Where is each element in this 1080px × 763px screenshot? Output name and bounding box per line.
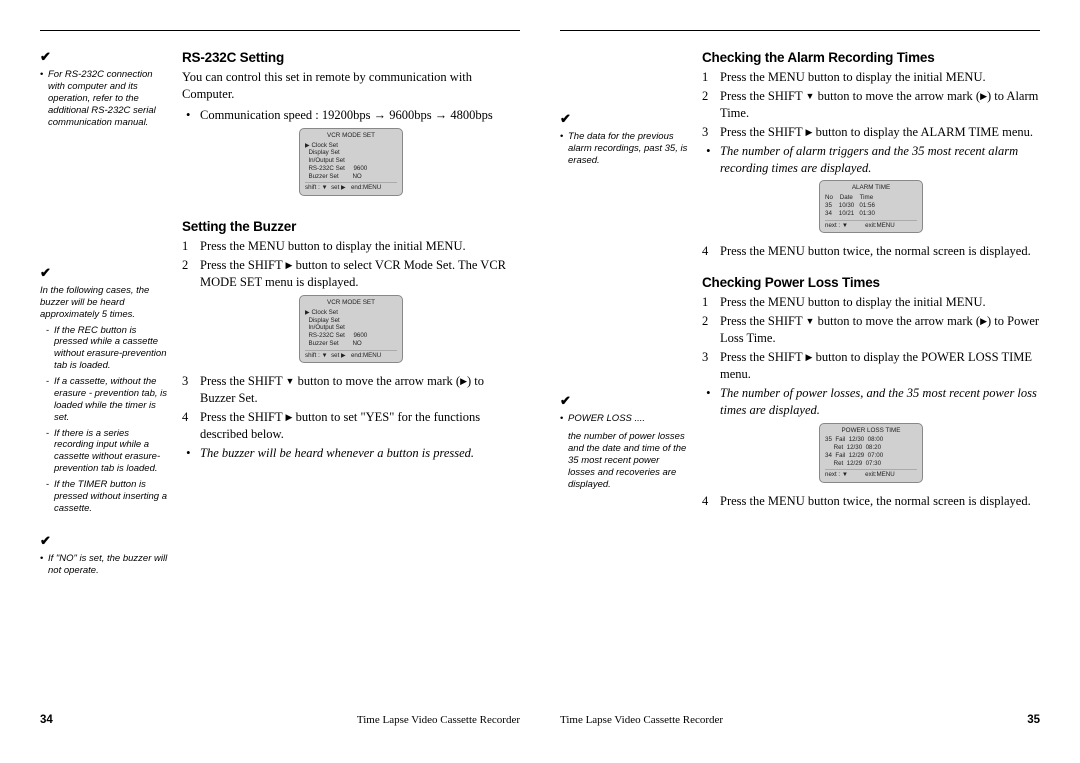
top-rule <box>40 30 520 31</box>
sidenote-item: If the REC button is pressed while a cas… <box>54 325 168 373</box>
menu-row: ▶ Clock Set <box>305 142 397 150</box>
menu-row: 35 Fail 12/30 08:00 <box>825 436 917 444</box>
menu-screenshot: VCR MODE SET ▶ Clock Set Display Set In/… <box>299 128 403 196</box>
note-text: The number of alarm triggers and the 35 … <box>720 143 1040 177</box>
menu-row: Ret 12/29 07:30 <box>825 460 917 468</box>
menu-row: 34 10/21 01:30 <box>825 210 917 218</box>
section-heading: RS-232C Setting <box>182 49 520 67</box>
menu-row: In/Output Set <box>305 324 397 332</box>
step-text: Press the MENU button to display the ini… <box>720 69 1040 86</box>
menu-row: In/Output Set <box>305 157 397 165</box>
sidenote-item: If a cassette, without the erasure - pre… <box>54 376 168 424</box>
sidenote-text: The data for the previous alarm recordin… <box>568 131 688 167</box>
check-icon: ✔ <box>40 533 168 549</box>
step-text: Press the SHIFT button to display the AL… <box>720 124 1040 141</box>
step-text: Press the SHIFT button to move the arrow… <box>200 373 520 407</box>
sidebar-right: ✔ •The data for the previous alarm recor… <box>560 49 688 512</box>
menu-row: Display Set <box>305 149 397 157</box>
menu-screenshot: ALARM TIME No Date Time 35 10/30 01:56 3… <box>819 180 923 233</box>
triangle-right-icon <box>980 92 987 103</box>
sidenote-body: the number of power losses and the date … <box>568 431 688 490</box>
step-text: Press the MENU button to display the ini… <box>720 294 1040 311</box>
page-footer: Time Lapse Video Cassette Recorder 35 <box>560 714 1040 726</box>
menu-row: Buzzer Set NO <box>305 340 397 348</box>
section-heading: Setting the Buzzer <box>182 218 520 236</box>
step-text: Press the SHIFT button to display the PO… <box>720 349 1040 383</box>
top-rule <box>560 30 1040 31</box>
menu-title: VCR MODE SET <box>305 299 397 307</box>
menu-row: Display Set <box>305 317 397 325</box>
paragraph: You can control this set in remote by co… <box>182 69 520 103</box>
check-icon: ✔ <box>40 49 168 65</box>
menu-row: ▶ Clock Set <box>305 309 397 317</box>
sidenote-text: If "NO" is set, the buzzer will not oper… <box>48 553 168 577</box>
sidebar-left: ✔ •For RS-232C connection with computer … <box>40 49 168 583</box>
menu-row: No Date Time <box>825 194 917 202</box>
menu-footer: next : ▼ exit:MENU <box>825 220 917 230</box>
footer-title: Time Lapse Video Cassette Recorder <box>357 714 520 726</box>
check-icon: ✔ <box>560 393 688 409</box>
menu-footer: shift : ▼ set ▶ end:MENU <box>305 182 397 192</box>
menu-footer: shift : ▼ set ▶ end:MENU <box>305 350 397 360</box>
menu-footer: next : ▼ exit:MENU <box>825 469 917 479</box>
triangle-right-icon <box>980 317 987 328</box>
bullet-text: Communication speed : 19200bps → 9600bps… <box>200 107 520 124</box>
step-text: Press the SHIFT button to set "YES" for … <box>200 409 520 443</box>
footer-title: Time Lapse Video Cassette Recorder <box>560 714 723 726</box>
main-left: RS-232C Setting You can control this set… <box>182 49 520 583</box>
menu-row: Buzzer Set NO <box>305 173 397 181</box>
section-heading: Checking Power Loss Times <box>702 274 1040 292</box>
menu-row: RS-232C Set 9600 <box>305 165 397 173</box>
step-text: Press the SHIFT button to move the arrow… <box>720 313 1040 347</box>
page-right: ✔ •The data for the previous alarm recor… <box>560 30 1040 730</box>
menu-row: 34 Fail 12/29 07:00 <box>825 452 917 460</box>
menu-title: POWER LOSS TIME <box>825 427 917 435</box>
sidenote-head: POWER LOSS .... <box>568 413 688 425</box>
sidenote-text: In the following cases, the buzzer will … <box>40 285 168 321</box>
menu-screenshot: POWER LOSS TIME 35 Fail 12/30 08:00 Ret … <box>819 423 923 484</box>
note-text: The number of power losses, and the 35 m… <box>720 385 1040 419</box>
menu-title: VCR MODE SET <box>305 132 397 140</box>
sidenote-item: If there is a series recording input whi… <box>54 428 168 476</box>
sidenote-item: If the TIMER button is pressed without i… <box>54 479 168 515</box>
page-number: 34 <box>40 714 53 726</box>
check-icon: ✔ <box>560 111 688 127</box>
triangle-right-icon <box>460 377 467 388</box>
step-text: Press the SHIFT button to select VCR Mod… <box>200 257 520 291</box>
menu-screenshot: VCR MODE SET ▶ Clock Set Display Set In/… <box>299 295 403 363</box>
main-right: Checking the Alarm Recording Times 1Pres… <box>702 49 1040 512</box>
menu-row: RS-232C Set 9600 <box>305 332 397 340</box>
step-text: Press the SHIFT button to move the arrow… <box>720 88 1040 122</box>
page-left: ✔ •For RS-232C connection with computer … <box>40 30 520 730</box>
sidenote-text: For RS-232C connection with computer and… <box>48 69 168 128</box>
page-number: 35 <box>1027 714 1040 726</box>
note-text: The buzzer will be heard whenever a butt… <box>200 445 520 462</box>
menu-row: 35 10/30 01:56 <box>825 202 917 210</box>
step-text: Press the MENU button twice, the normal … <box>720 243 1040 260</box>
section-heading: Checking the Alarm Recording Times <box>702 49 1040 67</box>
step-text: Press the MENU button twice, the normal … <box>720 493 1040 510</box>
check-icon: ✔ <box>40 265 168 281</box>
menu-title: ALARM TIME <box>825 184 917 192</box>
step-text: Press the MENU button to display the ini… <box>200 238 520 255</box>
page-footer: 34 Time Lapse Video Cassette Recorder <box>40 714 520 726</box>
menu-row: Ret 12/30 08:20 <box>825 444 917 452</box>
